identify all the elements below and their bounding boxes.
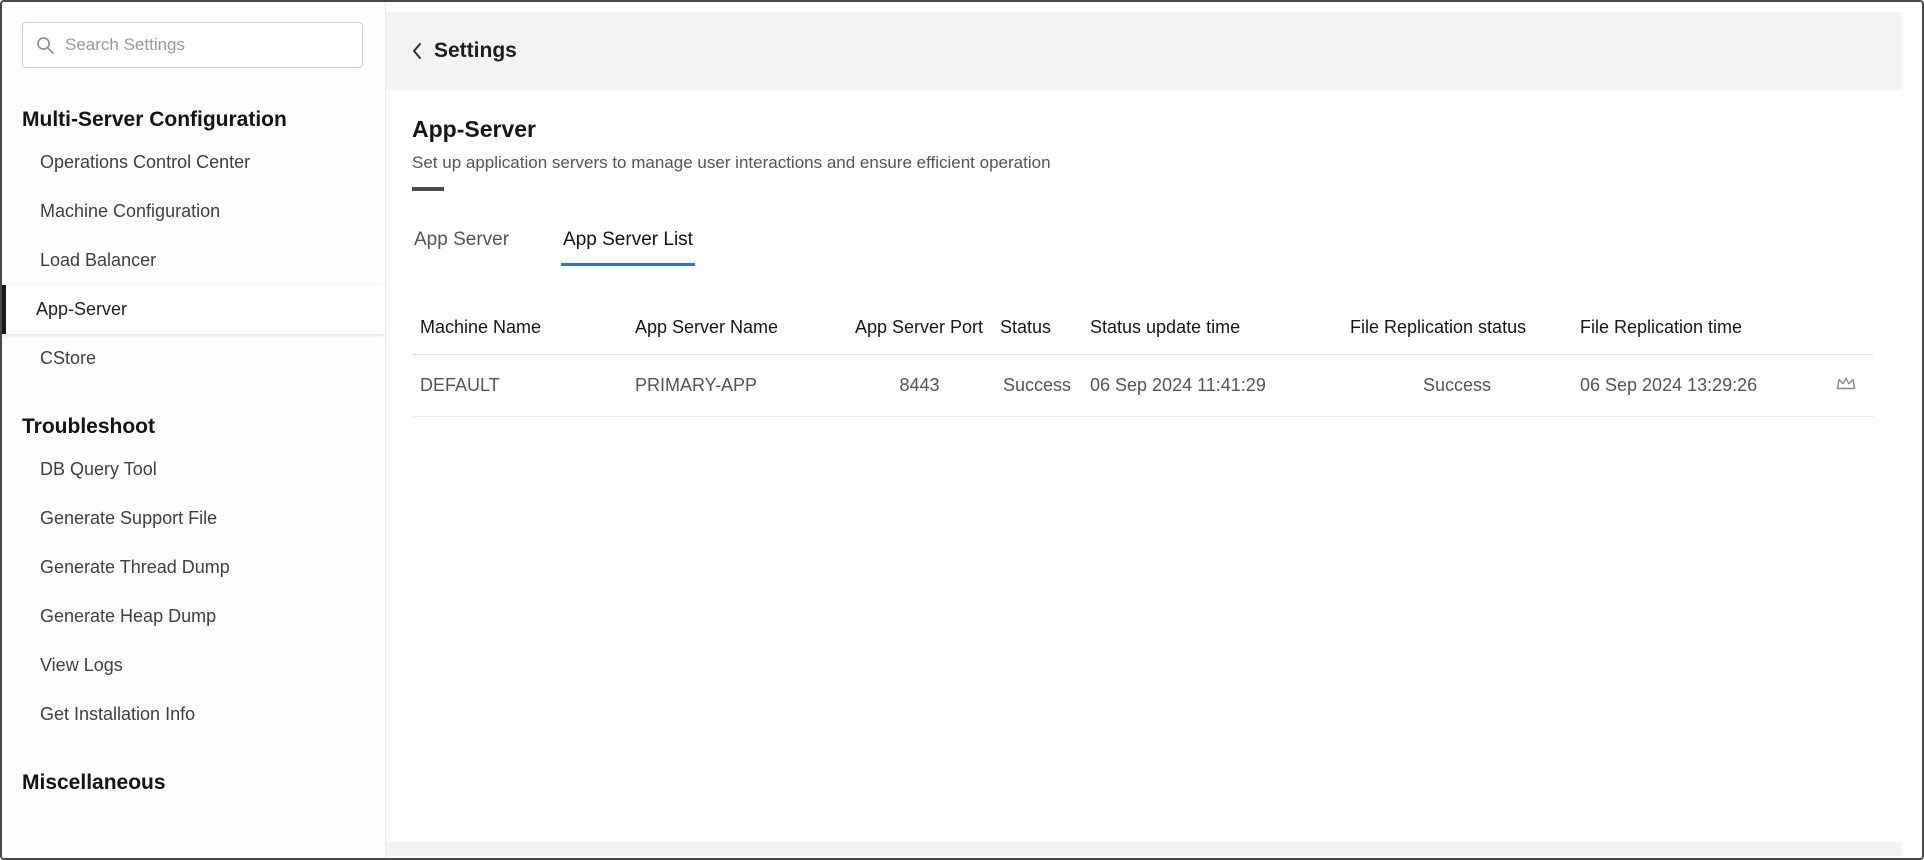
tab-app-server-list[interactable]: App Server List <box>561 223 695 266</box>
sidebar-item-get-installation-info[interactable]: Get Installation Info <box>2 690 385 739</box>
col-app-server-name: App Server Name <box>627 303 847 355</box>
col-status-update-time: Status update time <box>1082 303 1342 355</box>
col-file-replication-status: File Replication status <box>1342 303 1572 355</box>
sidebar-section-troubleshoot: Troubleshoot <box>22 415 155 438</box>
sidebar-item-operations-control-center[interactable]: Operations Control Center <box>2 138 385 187</box>
sidebar-item-db-query-tool[interactable]: DB Query Tool <box>2 445 385 494</box>
cell-machine-name: DEFAULT <box>412 354 627 417</box>
settings-back-header[interactable]: Settings <box>386 12 1902 90</box>
page-title: App-Server <box>412 116 536 142</box>
sidebar-item-cstore[interactable]: CStore <box>2 334 385 383</box>
sidebar-item-load-balancer[interactable]: Load Balancer <box>2 236 385 285</box>
crown-icon <box>1836 377 1855 390</box>
sidebar-item-app-server[interactable]: App-Server <box>2 285 385 334</box>
bottom-strip <box>386 842 1902 856</box>
app-window: Multi-Server Configuration Operations Co… <box>0 0 1924 860</box>
title-underline <box>412 187 444 191</box>
cell-file-replication-time: 06 Sep 2024 13:29:26 <box>1572 354 1817 417</box>
cell-status: Success <box>992 354 1082 417</box>
sidebar-section-multi-server: Multi-Server Configuration <box>22 108 287 131</box>
settings-sidebar: Multi-Server Configuration Operations Co… <box>2 2 386 858</box>
page-subtitle: Set up application servers to manage use… <box>412 153 1051 172</box>
sidebar-item-view-logs[interactable]: View Logs <box>2 641 385 690</box>
sidebar-item-generate-thread-dump[interactable]: Generate Thread Dump <box>2 543 385 592</box>
sidebar-section-miscellaneous: Miscellaneous <box>22 771 166 794</box>
sidebar-item-generate-support-file[interactable]: Generate Support File <box>2 494 385 543</box>
app-server-tabs: App Server App Server List <box>412 223 1874 267</box>
search-input[interactable] <box>65 35 350 55</box>
col-status: Status <box>992 303 1082 355</box>
header-title: Settings <box>434 39 517 62</box>
col-file-replication-time: File Replication time <box>1572 303 1817 355</box>
sidebar-item-generate-heap-dump[interactable]: Generate Heap Dump <box>2 592 385 641</box>
cell-file-replication-status: Success <box>1342 354 1572 417</box>
sidebar-item-machine-configuration[interactable]: Machine Configuration <box>2 187 385 236</box>
tab-app-server[interactable]: App Server <box>412 223 511 266</box>
table-row[interactable]: DEFAULT PRIMARY-APP 8443 Success 06 Sep … <box>412 354 1874 417</box>
app-server-card: App-Server Set up application servers to… <box>386 90 1902 842</box>
chevron-left-icon <box>413 43 421 59</box>
cell-app-server-name: PRIMARY-APP <box>627 354 847 417</box>
main-content: Settings App-Server Set up application s… <box>386 2 1922 858</box>
search-icon <box>37 37 54 54</box>
table-header-row: Machine Name App Server Name App Server … <box>412 303 1874 355</box>
cell-status-update-time: 06 Sep 2024 11:41:29 <box>1082 354 1342 417</box>
col-machine-name: Machine Name <box>412 303 627 355</box>
col-actions <box>1817 303 1874 355</box>
search-box[interactable] <box>22 22 363 68</box>
col-app-server-port: App Server Port <box>847 303 992 355</box>
cell-app-server-port: 8443 <box>847 354 992 417</box>
app-server-table: Machine Name App Server Name App Server … <box>412 303 1874 417</box>
